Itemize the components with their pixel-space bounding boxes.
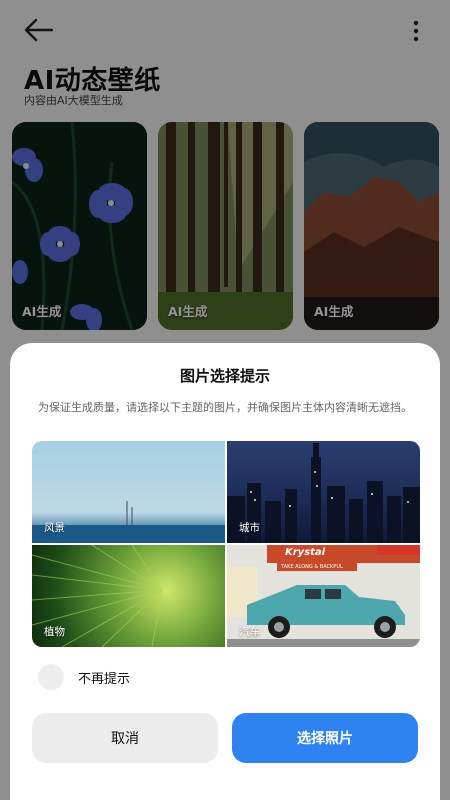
car-shop-banner: TAKE ALONG & BACKPUL — [281, 564, 343, 570]
example-grid: 风景 城市 植物 Krystal TAKE ALONG & BACKPUL 汽车 — [32, 441, 420, 647]
example-tile-landscape: 风景 — [32, 441, 225, 543]
tile-label: 汽车 — [239, 626, 260, 638]
dont-show-again-label: 不再提示 — [78, 671, 131, 687]
dont-show-again-option[interactable]: 不再提示 — [38, 663, 130, 691]
photo-selection-dialog: 图片选择提示 为保证生成质量，请选择以下主题的图片，并确保图片主体内容清晰无遮挡… — [10, 343, 440, 800]
tile-label: 植物 — [44, 626, 65, 638]
dialog-description: 为保证生成质量，请选择以下主题的图片，并确保图片主体内容清晰无遮挡。 — [38, 401, 412, 414]
example-tile-plant: 植物 — [32, 545, 225, 647]
choose-photo-button[interactable]: 选择照片 — [232, 713, 418, 763]
example-tile-car: Krystal TAKE ALONG & BACKPUL 汽车 — [227, 545, 420, 647]
example-tile-city: 城市 — [227, 441, 420, 543]
car-shop-sign: Krystal — [285, 547, 326, 558]
dialog-title: 图片选择提示 — [179, 367, 270, 385]
cancel-button[interactable]: 取消 — [32, 713, 218, 763]
dont-show-again-radio[interactable] — [38, 664, 64, 690]
tile-label: 风景 — [44, 522, 65, 534]
tile-label: 城市 — [239, 522, 260, 534]
